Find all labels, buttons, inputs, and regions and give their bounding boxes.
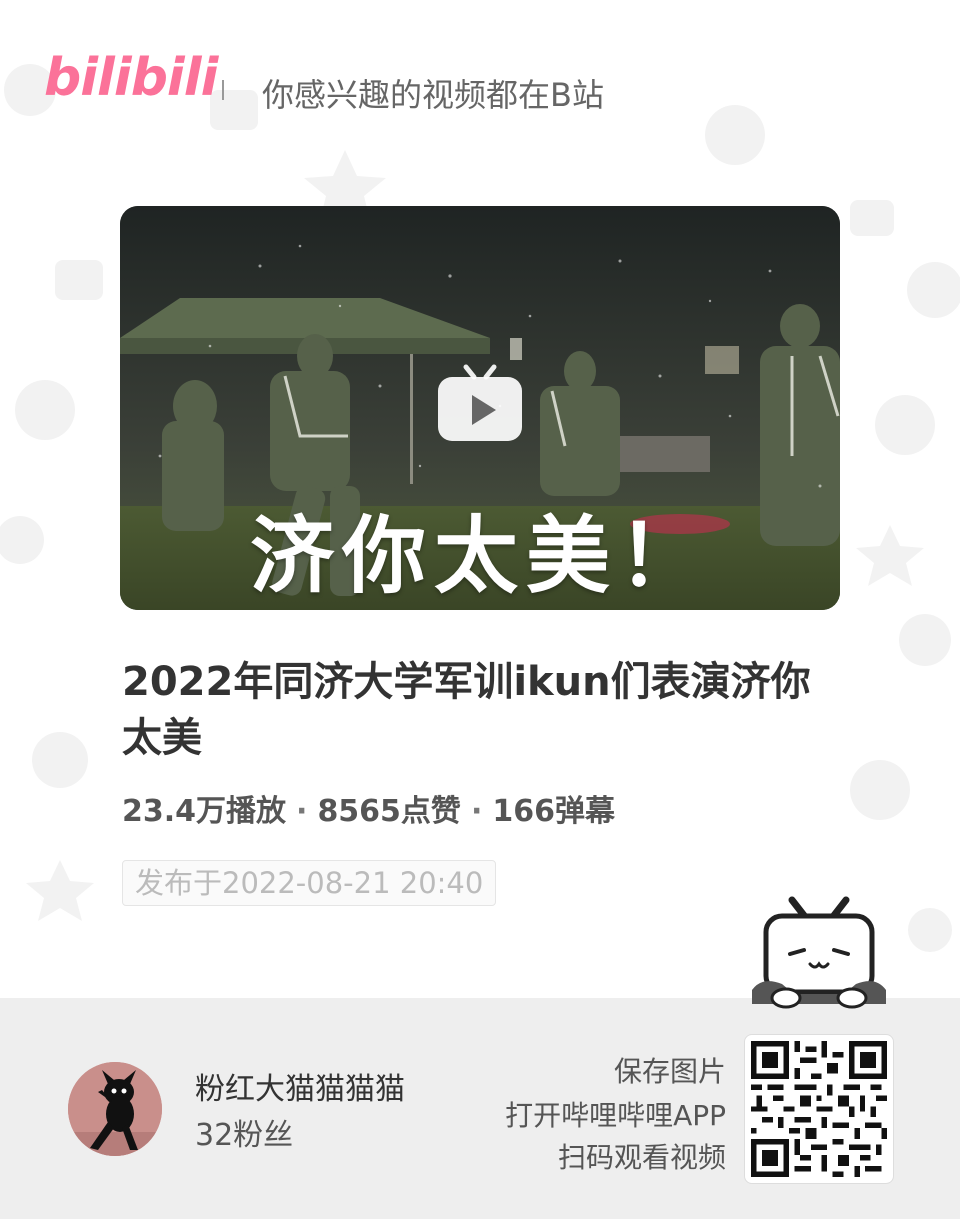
play-icon[interactable]: [436, 363, 524, 443]
like-count: 8565点赞: [317, 794, 461, 829]
danmaku-count: 166弹幕: [492, 794, 615, 829]
uploader-name[interactable]: 粉红大猫猫猫猫: [195, 1064, 405, 1108]
bilibili-logo: bilibili: [44, 48, 218, 108]
share-hint-open-app: 打开哔哩哔哩APP: [505, 1099, 726, 1132]
uploader-fans: 32粉丝: [195, 1118, 294, 1153]
stats-separator: ·: [470, 794, 483, 829]
qr-code-icon[interactable]: [744, 1034, 894, 1184]
stats-separator: ·: [296, 794, 308, 829]
uploader-avatar[interactable]: [68, 1062, 162, 1156]
publish-time: 发布于2022-08-21 20:40: [122, 860, 497, 906]
cat-avatar-image: [68, 1062, 162, 1156]
video-stats: 23.4万播放 · 8565点赞 · 166弹幕: [122, 786, 615, 830]
cover-caption: 济你太美！: [249, 507, 710, 605]
header-slogan: 你感兴趣的视频都在B站: [262, 76, 604, 114]
header: bilibili 你感兴趣的视频都在B站: [0, 0, 960, 180]
play-count: 23.4万播放: [122, 794, 287, 829]
qr-code-image: [751, 1041, 887, 1177]
video-title[interactable]: 2022年同济大学军训ikun们表演济你太美: [122, 654, 842, 766]
share-hint-scan: 扫码观看视频: [557, 1141, 726, 1174]
header-divider: [222, 80, 224, 100]
bilibili-tv-mascot-icon: [752, 896, 886, 1009]
video-cover[interactable]: 济你太美！: [120, 206, 840, 610]
share-hint-save: 保存图片: [613, 1055, 726, 1088]
